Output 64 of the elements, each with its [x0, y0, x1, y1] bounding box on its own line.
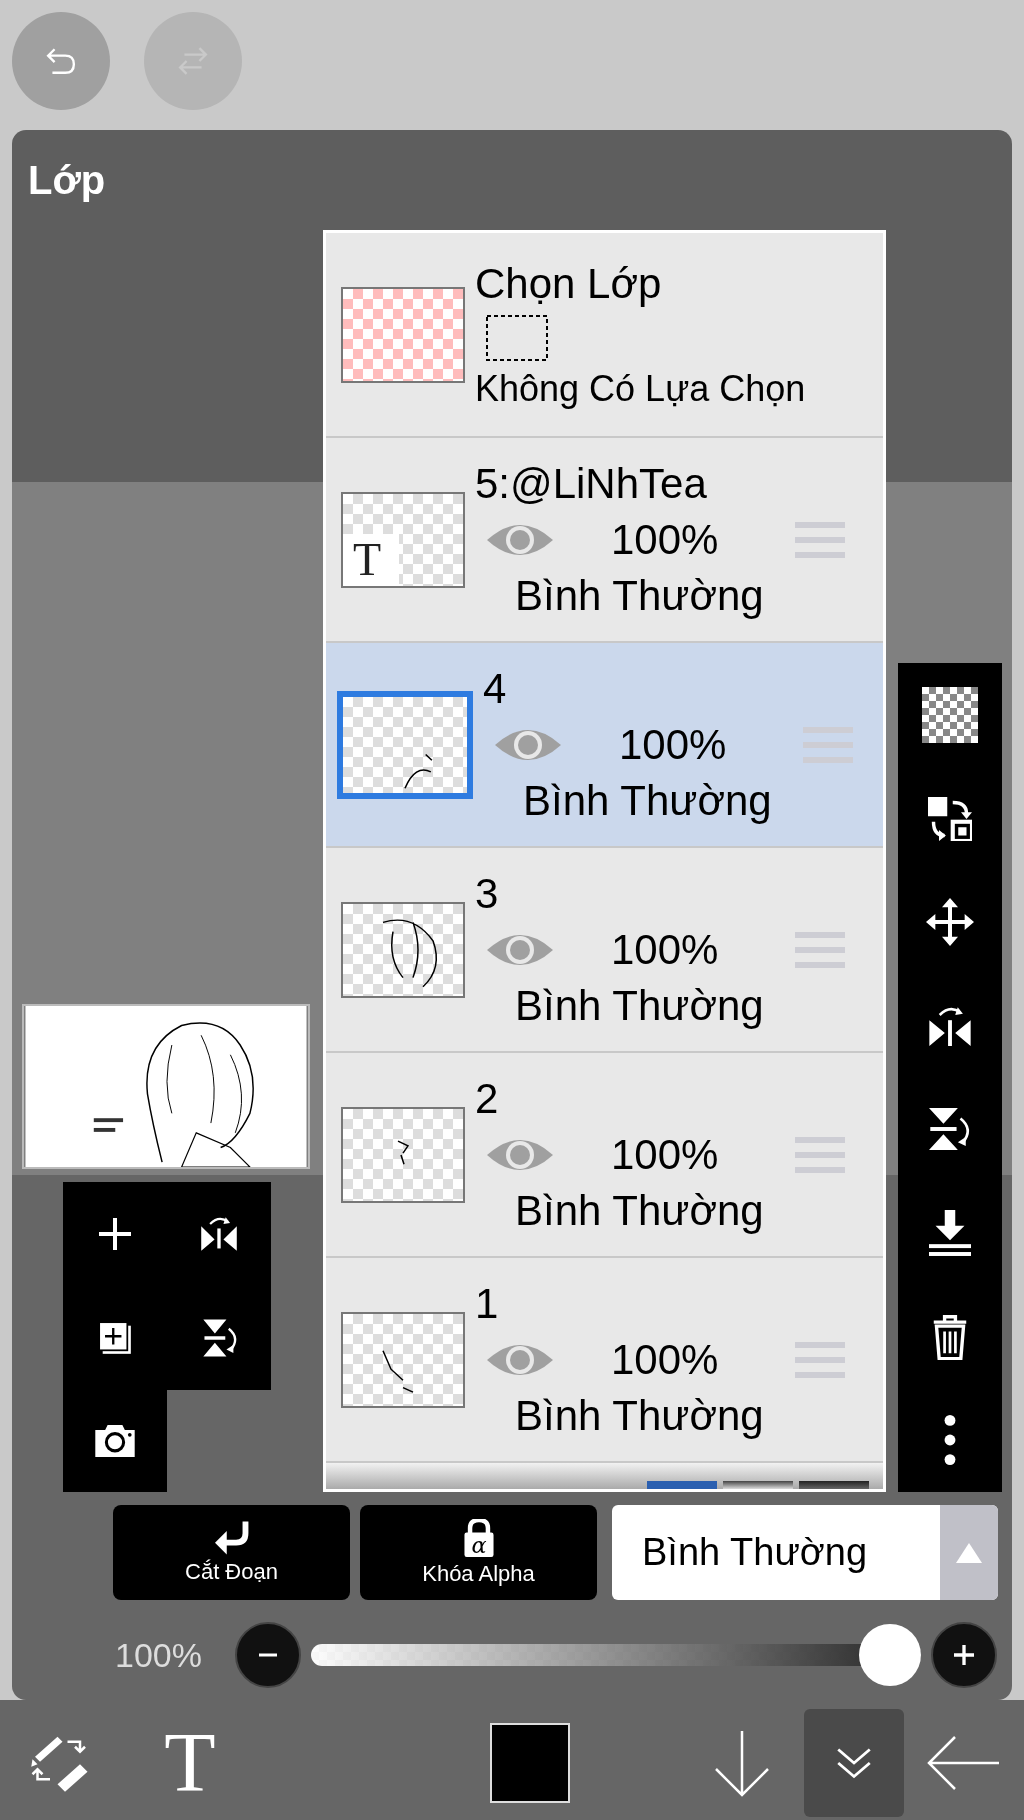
- plus-icon: [99, 1218, 131, 1250]
- blend-mode-dropdown[interactable]: Bình Thường: [612, 1505, 998, 1600]
- undo-icon: [46, 47, 76, 75]
- mini-thumbnail: [799, 1481, 869, 1489]
- flip-horizontal-icon: [929, 1005, 971, 1046]
- layers-button[interactable]: [804, 1709, 904, 1817]
- down-arrow-button[interactable]: [714, 1729, 770, 1797]
- layer-row[interactable]: 4 100% Bình Thường: [326, 643, 883, 848]
- checkerboard-icon: [922, 687, 978, 744]
- layer-blend-mode: Bình Thường: [514, 1391, 765, 1440]
- layer-opacity: 100%: [611, 1335, 720, 1384]
- merge-down-icon: [929, 1210, 971, 1256]
- layer-name: 5:@LiNhTea: [475, 459, 708, 508]
- layer-opacity: 100%: [611, 1130, 720, 1179]
- alpha-lock-button[interactable]: α Khóa Alpha: [360, 1505, 597, 1600]
- drag-handle-icon[interactable]: [795, 1339, 845, 1380]
- double-chevron-down-icon: [836, 1746, 872, 1780]
- color-swatch-button[interactable]: [490, 1723, 570, 1803]
- move-icon: [926, 898, 974, 947]
- drag-handle-icon[interactable]: [795, 929, 845, 970]
- panel-title: Lớp: [27, 157, 107, 204]
- layer-blend-mode: Bình Thường: [514, 981, 765, 1030]
- brush-eraser-swap-icon: [30, 1734, 90, 1792]
- layer-name: 3: [475, 869, 500, 918]
- opacity-slider[interactable]: [311, 1624, 921, 1686]
- flip-vertical-icon: [200, 1318, 238, 1358]
- layer-name: 1: [475, 1279, 500, 1328]
- layer-opacity: 100%: [611, 925, 720, 974]
- back-button[interactable]: [927, 1735, 1001, 1791]
- drag-handle-icon[interactable]: [803, 724, 853, 765]
- layer-blend-mode: Bình Thường: [514, 1186, 765, 1235]
- swap-icon: [928, 796, 972, 841]
- selection-marquee-icon: [485, 313, 549, 362]
- drag-handle-icon[interactable]: [795, 1134, 845, 1175]
- layer-opacity: 100%: [611, 515, 720, 564]
- clip-arrow-icon: [214, 1520, 249, 1555]
- camera-icon: [95, 1425, 135, 1457]
- add-copy-icon: [98, 1321, 132, 1355]
- mini-thumbnail: [723, 1481, 793, 1489]
- down-arrow-icon: [714, 1729, 770, 1797]
- color-swatch-icon: [490, 1723, 570, 1803]
- text-tool-button[interactable]: T: [164, 1718, 216, 1808]
- plus-icon: [954, 1645, 974, 1665]
- caret-up-icon: [956, 1542, 982, 1563]
- mini-thumbnail: [647, 1481, 717, 1489]
- trash-icon: [932, 1313, 968, 1360]
- brush-eraser-swap-button[interactable]: [30, 1734, 90, 1792]
- clipping-button[interactable]: Cắt Đoạn: [113, 1505, 350, 1600]
- layer-opacity: 100%: [619, 720, 728, 769]
- flip-horizontal-icon: [199, 1215, 239, 1253]
- minus-icon: [258, 1653, 278, 1657]
- opacity-reading: 100%: [115, 1635, 203, 1675]
- selection-status: Không Có Lựa Chọn: [475, 367, 806, 410]
- camera-button[interactable]: [63, 1390, 167, 1492]
- layer-blend-mode: Bình Thường: [514, 571, 765, 620]
- drag-handle-icon[interactable]: [795, 519, 845, 560]
- layer-name: 4: [483, 664, 508, 713]
- selection-title: Chọn Lớp: [475, 259, 662, 308]
- back-arrow-icon: [927, 1735, 1001, 1791]
- text-layer-glyph: T: [353, 533, 382, 586]
- layer-name: 2: [475, 1074, 500, 1123]
- more-icon: [944, 1415, 956, 1466]
- flip-vertical-icon: [929, 1108, 971, 1151]
- layer-blend-mode: Bình Thường: [522, 776, 773, 825]
